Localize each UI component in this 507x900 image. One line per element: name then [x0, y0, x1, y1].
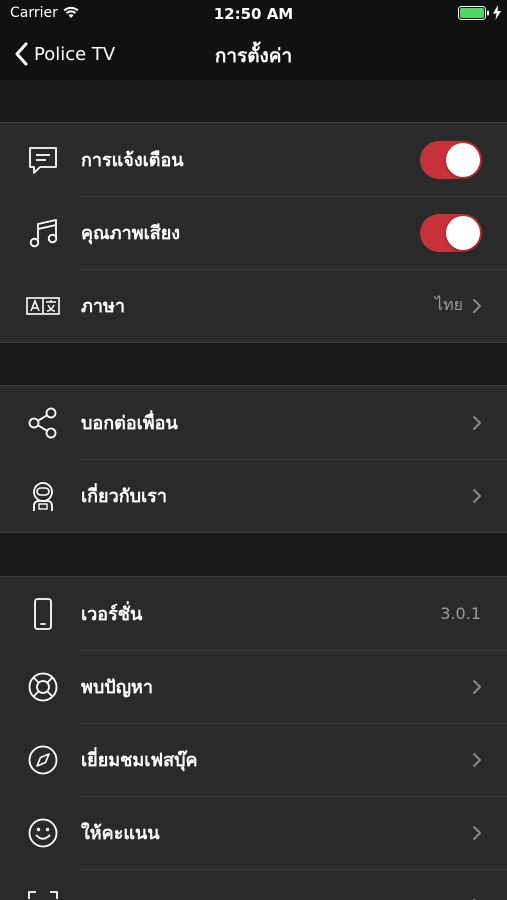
row-notifications[interactable]: การแจ้งเตือน — [0, 123, 507, 196]
astronaut-icon — [26, 479, 60, 513]
page-title: การตั้งค่า — [214, 45, 293, 67]
lifebuoy-icon — [26, 670, 60, 704]
row-label: เกี่ยวกับเรา — [81, 486, 167, 507]
music-note-icon — [26, 216, 60, 250]
notifications-toggle[interactable] — [420, 141, 482, 179]
row-audio-quality[interactable]: คุณภาพเสียง — [0, 196, 507, 269]
row-report-problem[interactable]: พบปัญหา — [0, 650, 507, 723]
phone-icon — [26, 597, 60, 631]
row-tell-friends[interactable]: บอกต่อเพื่อน — [0, 386, 507, 459]
row-label: บอกต่อเพื่อน — [81, 413, 178, 434]
row-partially-visible[interactable] — [0, 869, 507, 900]
toggle-knob — [446, 216, 480, 250]
settings-group-social: บอกต่อเพื่อน เกี่ยวกับเรา — [0, 385, 507, 533]
language-value: ไทย — [435, 295, 463, 314]
row-rate-app[interactable]: ให้คะแนน — [0, 796, 507, 869]
compass-icon — [26, 743, 60, 777]
version-value: 3.0.1 — [440, 604, 481, 623]
row-label: คุณภาพเสียง — [81, 223, 181, 244]
language-icon — [26, 289, 60, 323]
row-label: พบปัญหา — [81, 677, 154, 698]
chevron-right-icon — [473, 680, 481, 694]
chevron-right-icon — [473, 753, 481, 767]
status-time: 12:50 AM — [213, 5, 294, 23]
audio-quality-toggle[interactable] — [420, 214, 482, 252]
chevron-right-icon — [473, 416, 481, 430]
row-version: เวอร์ชั่น 3.0.1 — [0, 577, 507, 650]
row-label: ภาษา — [81, 296, 125, 317]
charging-bolt-icon — [493, 5, 501, 20]
smiley-icon — [26, 816, 60, 850]
settings-group-info: เวอร์ชั่น 3.0.1 พบปัญหา เยี่ยมชมเฟสบุ๊ค … — [0, 576, 507, 900]
navigation-bar: Police TV การตั้งค่า — [0, 28, 507, 80]
battery-icon — [458, 6, 489, 20]
row-label: เวอร์ชั่น — [81, 604, 143, 625]
settings-group-preferences: การแจ้งเตือน คุณภาพเสียง ภาษา ไทย — [0, 122, 507, 343]
toggle-knob — [446, 143, 480, 177]
row-language[interactable]: ภาษา ไทย — [0, 269, 507, 342]
row-visit-facebook[interactable]: เยี่ยมชมเฟสบุ๊ค — [0, 723, 507, 796]
message-icon — [26, 143, 60, 177]
row-label: ให้คะแนน — [81, 823, 160, 844]
chevron-right-icon — [473, 826, 481, 840]
chevron-right-icon — [473, 299, 481, 313]
row-label: การแจ้งเตือน — [81, 150, 184, 171]
row-about-us[interactable]: เกี่ยวกับเรา — [0, 459, 507, 532]
chevron-right-icon — [473, 489, 481, 503]
share-icon — [26, 406, 60, 440]
scan-frame-icon — [26, 889, 60, 900]
status-bar: Carrier 12:50 AM — [0, 0, 507, 28]
settings-screen: Carrier 12:50 AM Police TV การตั้งค่า กา… — [0, 0, 507, 900]
row-label: เยี่ยมชมเฟสบุ๊ค — [81, 750, 198, 771]
